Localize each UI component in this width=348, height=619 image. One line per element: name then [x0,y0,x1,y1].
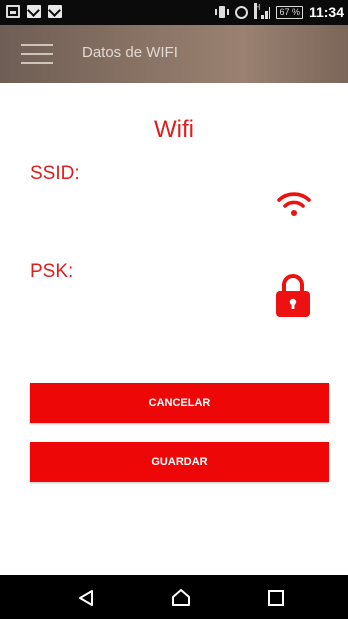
signal-icon: H [254,3,271,19]
recents-icon[interactable] [266,588,286,608]
cancel-button[interactable]: CANCELAR [30,383,329,423]
battery-indicator: 67 % [276,5,303,19]
network-type: H [254,3,260,19]
home-icon[interactable] [171,588,191,608]
notification-icons [6,5,62,18]
save-button[interactable]: GUARDAR [30,442,329,482]
clock: 11:34 [308,4,344,20]
back-icon[interactable] [76,588,96,608]
system-status-icons: H 67 % 11:34 [215,3,344,20]
wifi-icon [277,192,311,216]
system-nav-bar [0,575,348,619]
app-title: Datos de WIFI [82,44,178,61]
image-icon [6,5,20,18]
gmail-icon [48,5,62,18]
status-bar: H 67 % 11:34 [0,0,348,25]
page-title: Wifi [154,116,194,143]
vibrate-icon [215,5,230,19]
lock-icon [276,274,310,317]
hamburger-menu-icon[interactable] [21,41,53,67]
ssid-label: SSID: [30,163,80,184]
psk-label: PSK: [30,261,74,282]
gmail-icon [27,5,41,18]
alarm-icon [235,5,249,19]
app-bar: Datos de WIFI [0,25,348,83]
